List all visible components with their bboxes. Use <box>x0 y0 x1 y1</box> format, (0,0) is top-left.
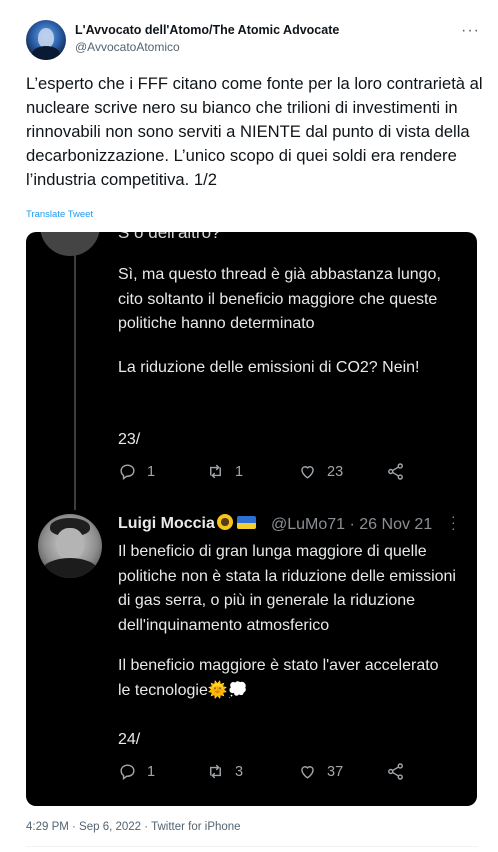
translate-link[interactable]: Translate Tweet <box>26 209 93 220</box>
share-icon <box>388 763 403 780</box>
more-options-icon[interactable]: ··· <box>461 22 480 40</box>
like-count: 37 <box>327 763 344 780</box>
avatar-face <box>38 28 54 48</box>
post2-author-name: Luigi Moccia <box>118 515 215 532</box>
post2-author: Luigi Moccia <box>118 514 256 533</box>
heart-icon <box>301 466 314 479</box>
retweet-icon <box>210 464 221 479</box>
avatar-suit <box>42 558 98 578</box>
avatar-body <box>32 46 60 60</box>
author-name[interactable]: L'Avvocato dell'Atomo/The Atomic Advocat… <box>75 23 339 37</box>
post2-paragraph-2: Il beneficio maggiore è stato l'aver acc… <box>118 657 439 699</box>
post1-like: 23 <box>298 462 343 481</box>
author-handle[interactable]: @AvvocatoAtomico <box>75 40 180 54</box>
post1-share <box>386 462 415 481</box>
vertical-more-icon: · · · <box>451 508 456 536</box>
sunflower-icon <box>216 514 233 530</box>
like-count: 23 <box>327 463 344 480</box>
post1-paragraph-1: Sì, ma questo thread è già abbastanza lu… <box>118 266 441 332</box>
tweet: L'Avvocato dell'Atomo/The Atomic Advocat… <box>0 0 498 852</box>
post2-like: 37 <box>298 762 343 781</box>
post2-retweet: 3 <box>206 762 243 781</box>
retweet-count: 1 <box>235 463 244 480</box>
post2-reply: 1 <box>118 762 155 781</box>
post2-share <box>386 762 415 781</box>
reply-count: 1 <box>147 763 156 780</box>
heart-icon <box>301 766 314 779</box>
reply-icon <box>120 764 135 781</box>
author-avatar[interactable] <box>26 20 66 60</box>
share-icon <box>388 463 403 480</box>
tweet-text: L’esperto che i FFF citano come fonte pe… <box>26 74 483 189</box>
post2-meta: @LuMo71 · 26 Nov 21 <box>271 516 433 533</box>
cropped-avatar <box>40 232 100 256</box>
thread-connector <box>74 232 76 510</box>
post1-actions: 1 1 23 <box>118 462 448 486</box>
retweet-count: 3 <box>235 763 244 780</box>
post1-paragraph-2: La riduzione delle emissioni di CO2? Nei… <box>118 359 420 376</box>
cropped-text: S o dell'altro? <box>118 232 221 242</box>
post2-number: 24/ <box>118 731 141 748</box>
post1-retweet: 1 <box>206 462 243 481</box>
ukraine-flag-icon <box>236 516 256 529</box>
tweet-timestamp[interactable]: 4:29 PM · Sep 6, 2022 · Twitter for iPho… <box>26 821 241 833</box>
reply-count: 1 <box>147 463 156 480</box>
luigi-avatar <box>38 514 102 578</box>
retweet-icon <box>210 764 221 779</box>
post2-actions: 1 3 37 <box>118 762 448 786</box>
post1-reply: 1 <box>118 462 155 481</box>
avatar-face <box>56 528 84 560</box>
post2-paragraph-1: Il beneficio di gran lunga maggiore di q… <box>118 543 456 634</box>
reply-icon <box>120 464 135 481</box>
post1-number: 23/ <box>118 431 141 448</box>
divider <box>26 846 478 847</box>
tweet-image[interactable]: S o dell'altro? Sì, ma questo thread è g… <box>26 232 477 806</box>
